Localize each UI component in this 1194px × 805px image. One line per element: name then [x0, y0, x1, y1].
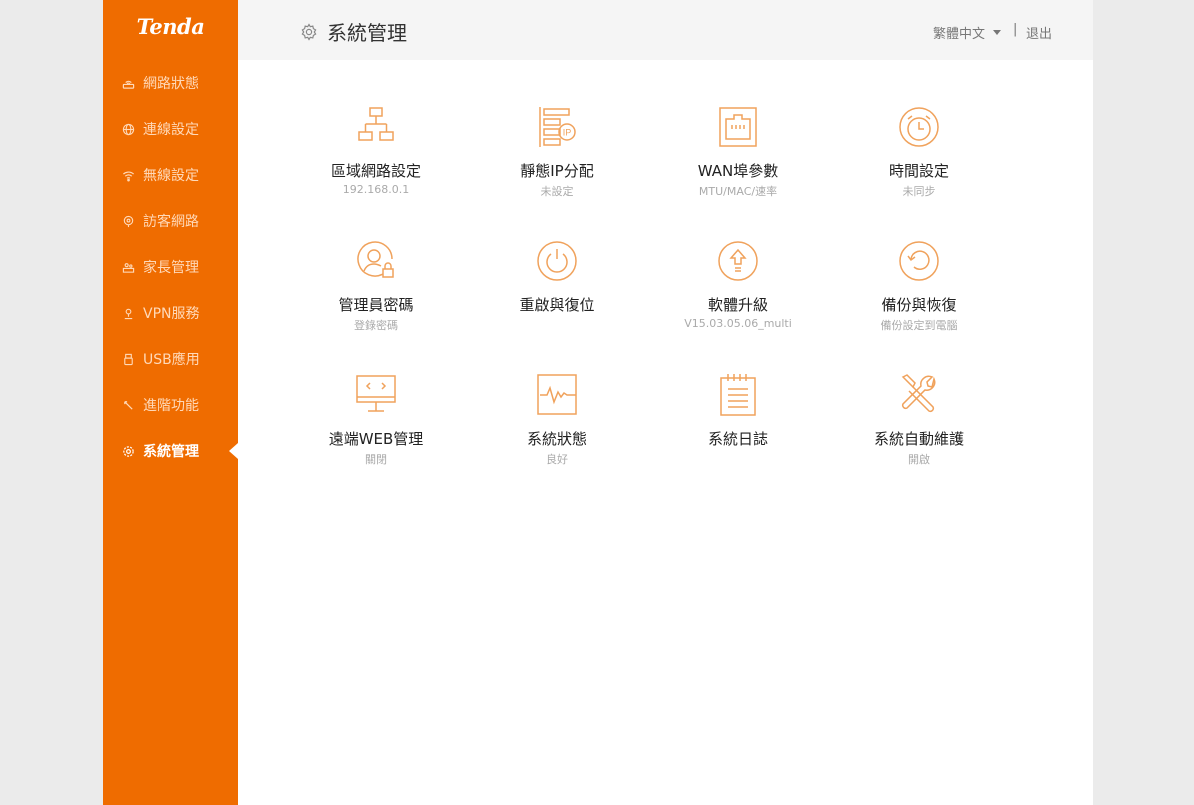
sidebar-item-advanced[interactable]: 進階功能: [103, 382, 238, 428]
brand-logo: Tenda: [136, 14, 205, 39]
static-ip-icon: IP: [537, 105, 577, 149]
logout-link[interactable]: 退出: [1026, 23, 1052, 42]
sidebar-item-parental[interactable]: 家長管理: [103, 244, 238, 290]
sidebar-item-label: USB應用: [143, 352, 200, 368]
sidebar-item-guest[interactable]: 訪客網路: [103, 198, 238, 244]
tile-label: 時間設定: [888, 162, 949, 180]
tile-label: 區域網路設定: [330, 162, 421, 180]
tile-label: 軟體升級: [707, 296, 768, 314]
tile-subtitle: 登錄密碼: [354, 319, 398, 332]
tile-subtitle: 良好: [546, 453, 568, 466]
tile-label: 備份與恢復: [881, 296, 957, 314]
tile-subtitle: 開啟: [908, 453, 930, 466]
tile-backup-restore[interactable]: 備份與恢復 備份設定到電腦: [844, 239, 994, 339]
usb-icon: [121, 352, 135, 366]
language-select[interactable]: 繁體中文: [933, 23, 1002, 42]
tile-subtitle: 192.168.0.1: [342, 183, 410, 196]
sidebar-item-system-management[interactable]: 系統管理: [103, 428, 238, 474]
sidebar-item-usb[interactable]: USB應用: [103, 336, 238, 382]
wifi-icon: [121, 168, 135, 182]
main-panel: 系統管理 繁體中文 | 退出 區域網路設定 192.168.0.1 IP 靜態I…: [238, 0, 1093, 805]
svg-text:IP: IP: [563, 128, 572, 138]
tile-wan-params[interactable]: WAN埠參數 MTU/MAC/速率: [663, 105, 813, 205]
sidebar-item-label: 網路狀態: [143, 76, 199, 92]
guest-icon: [121, 214, 135, 228]
upgrade-arrow-icon: [718, 239, 758, 283]
tile-label: 系統狀態: [526, 430, 587, 448]
tile-auto-maintenance[interactable]: 系統自動維護 開啟: [844, 373, 994, 473]
tile-subtitle: 關閉: [365, 453, 387, 466]
sidebar-item-label: 系統管理: [143, 444, 199, 460]
sidebar-item-label: 無線設定: [143, 168, 199, 184]
admin-lock-icon: [356, 239, 396, 283]
sidebar-item-label: 進階功能: [143, 398, 199, 414]
tile-label: 靜態IP分配: [520, 162, 594, 180]
globe-icon: [121, 122, 135, 136]
tile-system-status[interactable]: 系統狀態 良好: [482, 373, 632, 473]
page-title: 系統管理: [300, 17, 407, 46]
sidebar-item-wireless[interactable]: 無線設定: [103, 152, 238, 198]
tile-label: 遠端WEB管理: [328, 430, 424, 448]
sidebar-nav: 網路狀態 連線設定 無線設定 訪客網路 家長管理 VPN服務 USB應用 進階功…: [103, 60, 238, 474]
restore-icon: [899, 239, 939, 283]
tile-firmware-upgrade[interactable]: 軟體升級 V15.03.05.06_multi: [663, 239, 813, 339]
ethernet-port-icon: [718, 105, 758, 149]
tile-subtitle: 備份設定到電腦: [880, 319, 958, 332]
sidebar-item-vpn[interactable]: VPN服務: [103, 290, 238, 336]
pulse-icon: [537, 373, 577, 417]
tile-label: 管理員密碼: [338, 296, 414, 314]
language-label: 繁體中文: [933, 27, 986, 42]
log-notepad-icon: [718, 373, 758, 417]
alarm-clock-icon: [899, 105, 939, 149]
router-icon: [121, 76, 135, 90]
tile-label: 系統自動維護: [873, 430, 964, 448]
sidebar-item-label: 連線設定: [143, 122, 199, 138]
sidebar: Tenda 網路狀態 連線設定 無線設定 訪客網路 家長管理 VPN服務 USB…: [103, 0, 238, 805]
parental-icon: [121, 260, 135, 274]
sidebar-item-network-status[interactable]: 網路狀態: [103, 60, 238, 106]
tile-reboot-reset[interactable]: 重啟與復位: [482, 239, 632, 339]
sidebar-item-label: 訪客網路: [143, 214, 199, 230]
sidebar-item-connection[interactable]: 連線設定: [103, 106, 238, 152]
remote-monitor-icon: [356, 373, 396, 417]
tile-label: 重啟與復位: [519, 296, 595, 314]
tile-lan-settings[interactable]: 區域網路設定 192.168.0.1: [301, 105, 451, 205]
tile-label: 系統日誌: [707, 430, 768, 448]
settings-gear-icon: [301, 22, 317, 41]
tile-subtitle: 未同步: [902, 185, 936, 198]
chevron-down-icon: [993, 30, 1002, 35]
page-header: 系統管理 繁體中文 | 退出: [238, 0, 1093, 60]
lan-topology-icon: [356, 105, 396, 149]
tile-label: WAN埠參數: [697, 162, 779, 180]
tools-icon: [121, 398, 135, 412]
tile-system-log[interactable]: 系統日誌: [663, 373, 813, 473]
sidebar-item-label: 家長管理: [143, 260, 199, 276]
tile-admin-password[interactable]: 管理員密碼 登錄密碼: [301, 239, 451, 339]
tile-static-ip[interactable]: IP 靜態IP分配 未設定: [482, 105, 632, 205]
tile-time-settings[interactable]: 時間設定 未同步: [844, 105, 994, 205]
tile-subtitle: 未設定: [540, 185, 574, 198]
sidebar-item-label: VPN服務: [143, 306, 200, 322]
page-title-text: 系統管理: [327, 21, 407, 45]
wrench-screwdriver-icon: [899, 373, 939, 417]
header-separator: |: [1013, 22, 1018, 37]
tile-subtitle: V15.03.05.06_multi: [684, 317, 792, 330]
vpn-icon: [121, 306, 135, 320]
tile-subtitle: MTU/MAC/速率: [698, 185, 778, 198]
power-icon: [537, 239, 577, 283]
gear-icon: [121, 444, 135, 458]
tile-remote-web[interactable]: 遠端WEB管理 關閉: [301, 373, 451, 473]
